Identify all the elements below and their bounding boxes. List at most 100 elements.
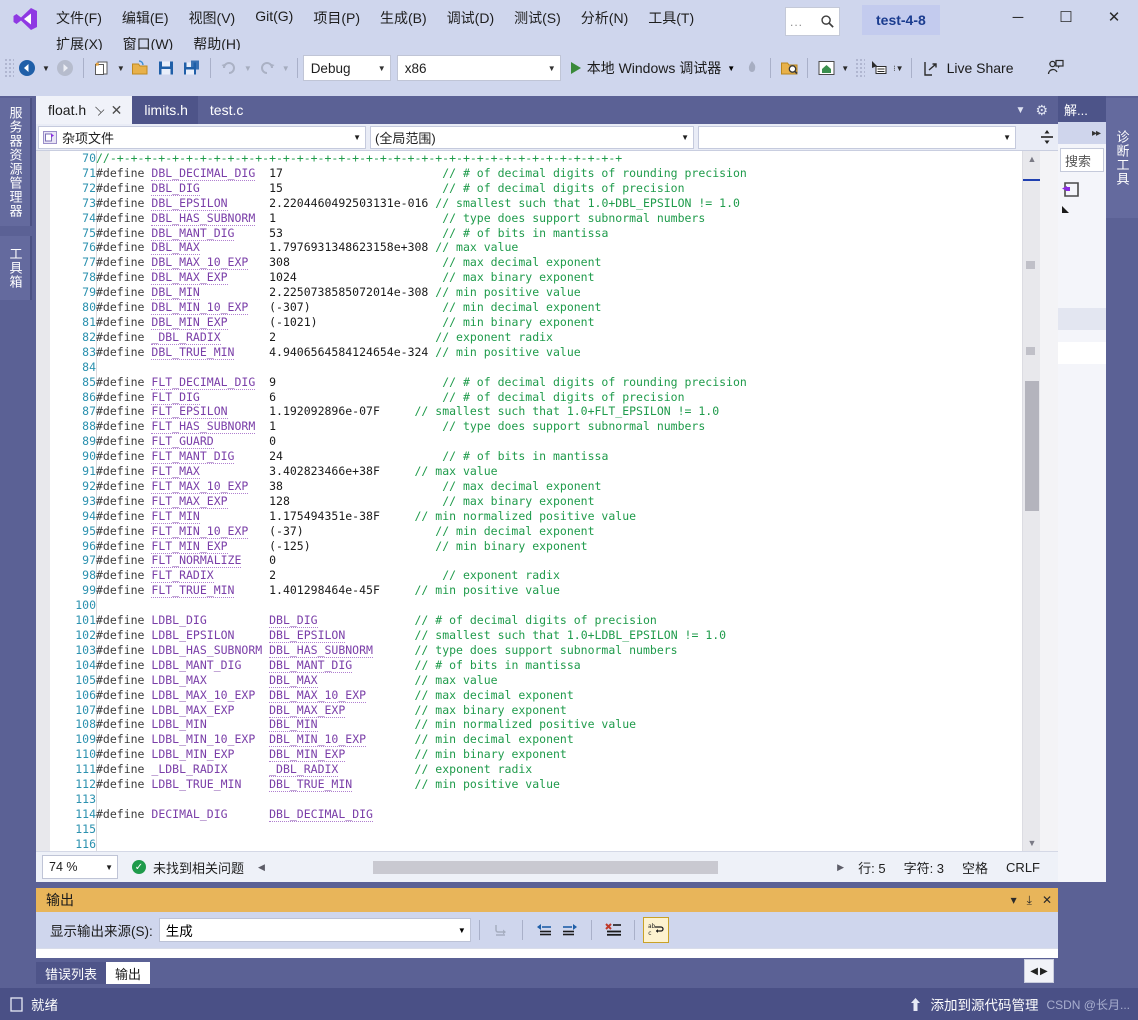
code-line-text[interactable]: #define DBL_MANT_DIG 53 // # of bits in … xyxy=(96,225,1022,241)
code-line-text[interactable]: #define FLT_DECIMAL_DIG 9 // # of decima… xyxy=(96,374,1022,390)
code-line-text[interactable]: #define LDBL_MANT_DIG DBL_MANT_DIG // # … xyxy=(96,657,1022,673)
code-line-text[interactable]: #define LDBL_MAX_10_EXP DBL_MAX_10_EXP /… xyxy=(96,687,1022,703)
menu-analyze[interactable]: 分析(N) xyxy=(571,5,638,31)
code-line-text[interactable]: #define FLT_HAS_SUBNORM 1 // type does s… xyxy=(96,419,1022,435)
line-ending-indicator[interactable]: CRLF xyxy=(1006,860,1040,875)
solution-tree-row[interactable] xyxy=(1058,308,1106,330)
editor-tab-limits-h[interactable]: limits.h xyxy=(132,96,198,124)
close-icon[interactable]: ✕ xyxy=(111,102,123,119)
code-line-text[interactable]: #define DBL_DECIMAL_DIG 17 // # of decim… xyxy=(96,165,1022,181)
scrollbar-thumb[interactable] xyxy=(1025,381,1039,511)
live-share-button[interactable]: Live Share xyxy=(917,55,1020,81)
code-line-text[interactable]: #define FLT_TRUE_MIN 1.401298464e-45F //… xyxy=(96,583,1022,599)
scroll-left-icon[interactable]: ◀ xyxy=(1030,966,1038,977)
gear-icon[interactable]: ⚙ xyxy=(1035,102,1048,119)
toggle-word-wrap-icon[interactable]: ab c xyxy=(642,917,669,943)
hscroll-thumb[interactable] xyxy=(373,860,718,874)
clear-output-icon[interactable] xyxy=(600,917,626,943)
code-editor-surface[interactable]: 70//-+-+-+-+-+-+-+-+-+-+-+-+-+-+-+-+-+-+… xyxy=(36,151,1058,851)
pin-icon[interactable]: ⊣ xyxy=(90,101,107,118)
code-line-text[interactable]: #define FLT_MAX_EXP 128 // max binary ex… xyxy=(96,493,1022,509)
menu-debug[interactable]: 调试(D) xyxy=(437,5,504,31)
scroll-down-icon[interactable]: ▼ xyxy=(1023,835,1041,851)
close-button[interactable]: ✕ xyxy=(1090,0,1138,34)
save-icon[interactable] xyxy=(153,55,179,81)
properties-dropdown-icon[interactable]: ⁝▼ xyxy=(891,64,905,73)
minimize-button[interactable]: ─ xyxy=(994,0,1042,34)
solution-tree-row[interactable] xyxy=(1058,342,1106,364)
symbol-scope-dropdown[interactable]: ▼ xyxy=(698,125,1016,149)
active-files-dropdown-icon[interactable]: ▼ xyxy=(1016,105,1026,116)
solution-explorer-home-icon[interactable] xyxy=(813,55,839,81)
code-line-text[interactable]: //-+-+-+-+-+-+-+-+-+-+-+-+-+-+-+-+-+-+-+… xyxy=(96,151,1022,166)
editor-breakpoint-margin[interactable] xyxy=(36,151,50,851)
menu-edit[interactable]: 编辑(E) xyxy=(112,5,179,31)
code-line-text[interactable]: #define LDBL_EPSILON DBL_EPSILON // smal… xyxy=(96,628,1022,643)
code-line-text[interactable]: #define FLT_GUARD 0 xyxy=(96,434,1022,450)
solution-tree[interactable] xyxy=(1058,176,1106,224)
code-line-text[interactable]: #define LDBL_HAS_SUBNORM DBL_HAS_SUBNORM… xyxy=(96,642,1022,658)
bottom-tab-error-list[interactable]: 错误列表 xyxy=(36,962,107,984)
code-line-text[interactable]: #define FLT_DIG 6 // # of decimal digits… xyxy=(96,389,1022,405)
navigate-backward-dropdown-icon[interactable]: ▼ xyxy=(40,64,52,73)
code-line-text[interactable] xyxy=(96,837,1022,851)
quick-search-box[interactable]: ... xyxy=(785,7,840,36)
solution-explorer-dropdown-icon[interactable]: ▼ xyxy=(839,64,851,73)
scroll-up-icon[interactable]: ▲ xyxy=(1023,151,1041,167)
code-line-text[interactable]: #define LDBL_MAX_EXP DBL_MAX_EXP // max … xyxy=(96,702,1022,718)
menu-view[interactable]: 视图(V) xyxy=(179,5,246,31)
redo-dropdown-icon[interactable]: ▼ xyxy=(280,64,292,73)
add-to-source-control-label[interactable]: 添加到源代码管理 xyxy=(930,994,1038,1014)
problems-indicator[interactable]: ✓ 未找到相关问题 xyxy=(132,858,244,877)
code-line-text[interactable]: #define FLT_EPSILON 1.192092896e-07F // … xyxy=(96,404,1022,420)
code-line-text[interactable]: #define LDBL_MAX DBL_MAX // max value xyxy=(96,672,1022,688)
code-line-text[interactable]: #define FLT_MIN_10_EXP (-37) // min deci… xyxy=(96,523,1022,539)
menu-git[interactable]: Git(G) xyxy=(245,5,303,31)
menu-build[interactable]: 生成(B) xyxy=(370,5,437,31)
code-line-text[interactable]: #define _LDBL_RADIX _DBL_RADIX // expone… xyxy=(96,762,1022,778)
build-configuration-combo[interactable]: Debug ▼ xyxy=(302,55,391,81)
close-icon[interactable]: ✕ xyxy=(1042,893,1052,907)
code-line-text[interactable]: #define DBL_MAX_10_EXP 308 // max decima… xyxy=(96,255,1022,271)
new-file-icon[interactable] xyxy=(89,55,115,81)
code-line-text[interactable]: #define DBL_MIN_10_EXP (-307) // min dec… xyxy=(96,300,1022,316)
code-line-text[interactable]: #define LDBL_DIG DBL_DIG // # of decimal… xyxy=(96,613,1022,629)
start-debugging-button[interactable]: 本地 Windows 调试器 ▼ xyxy=(567,55,740,81)
code-line-text[interactable]: #define LDBL_MIN_10_EXP DBL_MIN_10_EXP /… xyxy=(96,732,1022,748)
code-line-text[interactable]: #define DBL_EPSILON 2.2204460492503131e-… xyxy=(96,195,1022,211)
scroll-right-icon[interactable]: ▶ xyxy=(837,862,844,873)
vtab-toolbox[interactable]: 工具箱 xyxy=(0,236,32,300)
code-line-text[interactable]: #define FLT_MIN_EXP (-125) // min binary… xyxy=(96,538,1022,554)
code-line-text[interactable]: #define DBL_TRUE_MIN 4.9406564584124654e… xyxy=(96,344,1022,360)
preview-selected-items-icon[interactable] xyxy=(776,55,802,81)
menu-file[interactable]: 文件(F) xyxy=(46,5,112,31)
bottom-tabs-scroll-buttons[interactable]: ◀ ▶ xyxy=(1024,959,1054,983)
editor-vertical-scrollbar[interactable]: ▲ ▼ xyxy=(1022,151,1041,851)
code-line-text[interactable] xyxy=(96,360,1022,375)
code-line-text[interactable]: #define DECIMAL_DIG DBL_DECIMAL_DIG xyxy=(96,806,1022,822)
toolbar-grip-handle[interactable] xyxy=(855,58,866,78)
output-panel-menu-icon[interactable]: ▾ xyxy=(1011,893,1017,907)
save-all-icon[interactable] xyxy=(179,55,205,81)
send-feedback-icon[interactable] xyxy=(1042,55,1068,81)
scroll-left-icon[interactable]: ◀ xyxy=(258,862,265,873)
code-line-text[interactable]: #define LDBL_MIN DBL_MIN // min normaliz… xyxy=(96,717,1022,733)
scroll-right-icon[interactable]: ▶ xyxy=(1040,966,1048,977)
solution-explorer-toolbar[interactable]: ▸▸ xyxy=(1058,122,1106,144)
code-line-text[interactable]: #define DBL_MAX_EXP 1024 // max binary e… xyxy=(96,270,1022,286)
code-line-text[interactable]: #define LDBL_MIN_EXP DBL_MIN_EXP // min … xyxy=(96,747,1022,763)
indentation-indicator[interactable]: 空格 xyxy=(962,858,988,877)
navigate-backward-icon[interactable] xyxy=(14,55,40,81)
menu-tools[interactable]: 工具(T) xyxy=(638,5,704,31)
project-scope-dropdown[interactable]: 杂项文件 ▼ xyxy=(38,125,366,149)
split-editor-button[interactable] xyxy=(1036,126,1058,149)
code-line-text[interactable]: #define DBL_HAS_SUBNORM 1 // type does s… xyxy=(96,210,1022,226)
code-line-text[interactable] xyxy=(96,598,1022,613)
solution-explorer-title[interactable]: 解... xyxy=(1058,96,1106,122)
menu-project[interactable]: 项目(P) xyxy=(303,5,370,31)
chevron-down-icon[interactable]: ▼ xyxy=(727,64,735,73)
editor-tab-test-c[interactable]: test.c xyxy=(197,96,254,124)
code-line-text[interactable]: #define FLT_MANT_DIG 24 // # of bits in … xyxy=(96,449,1022,465)
editor-horizontal-scrollbar[interactable]: ◀ ▶ xyxy=(258,859,844,875)
maximize-button[interactable]: ☐ xyxy=(1042,0,1090,34)
